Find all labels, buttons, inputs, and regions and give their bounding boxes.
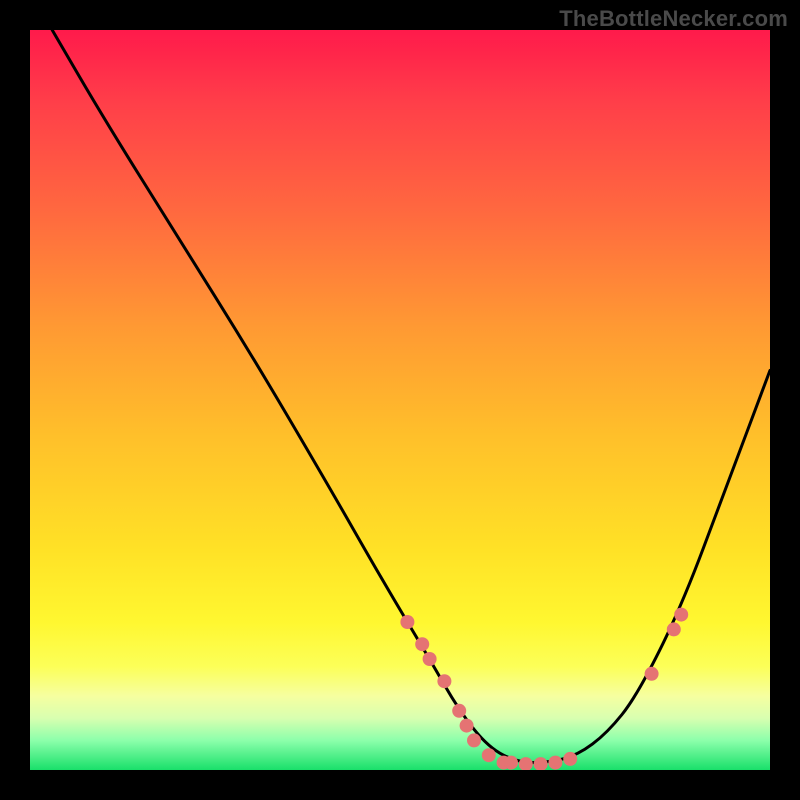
- curve-marker-dot: [563, 752, 577, 766]
- curve-marker-dot: [415, 637, 429, 651]
- curve-marker-dot: [519, 757, 533, 770]
- watermark-text: TheBottleNecker.com: [559, 6, 788, 32]
- curve-marker-dot: [452, 704, 466, 718]
- curve-marker-dot: [674, 608, 688, 622]
- chart-stage: TheBottleNecker.com: [0, 0, 800, 800]
- plot-area: [30, 30, 770, 770]
- curve-marker-dot: [534, 757, 548, 770]
- bottleneck-curve-path: [52, 30, 770, 763]
- curve-marker-dot: [437, 674, 451, 688]
- bottleneck-curve-svg: [30, 30, 770, 770]
- curve-marker-dot: [467, 733, 481, 747]
- curve-marker-dot: [423, 652, 437, 666]
- curve-marker-dot: [548, 756, 562, 770]
- curve-marker-dot: [482, 748, 496, 762]
- curve-marker-dot: [504, 756, 518, 770]
- curve-marker-dot: [460, 719, 474, 733]
- curve-marker-dot: [667, 622, 681, 636]
- curve-marker-dot: [645, 667, 659, 681]
- curve-markers-group: [400, 608, 688, 770]
- curve-marker-dot: [400, 615, 414, 629]
